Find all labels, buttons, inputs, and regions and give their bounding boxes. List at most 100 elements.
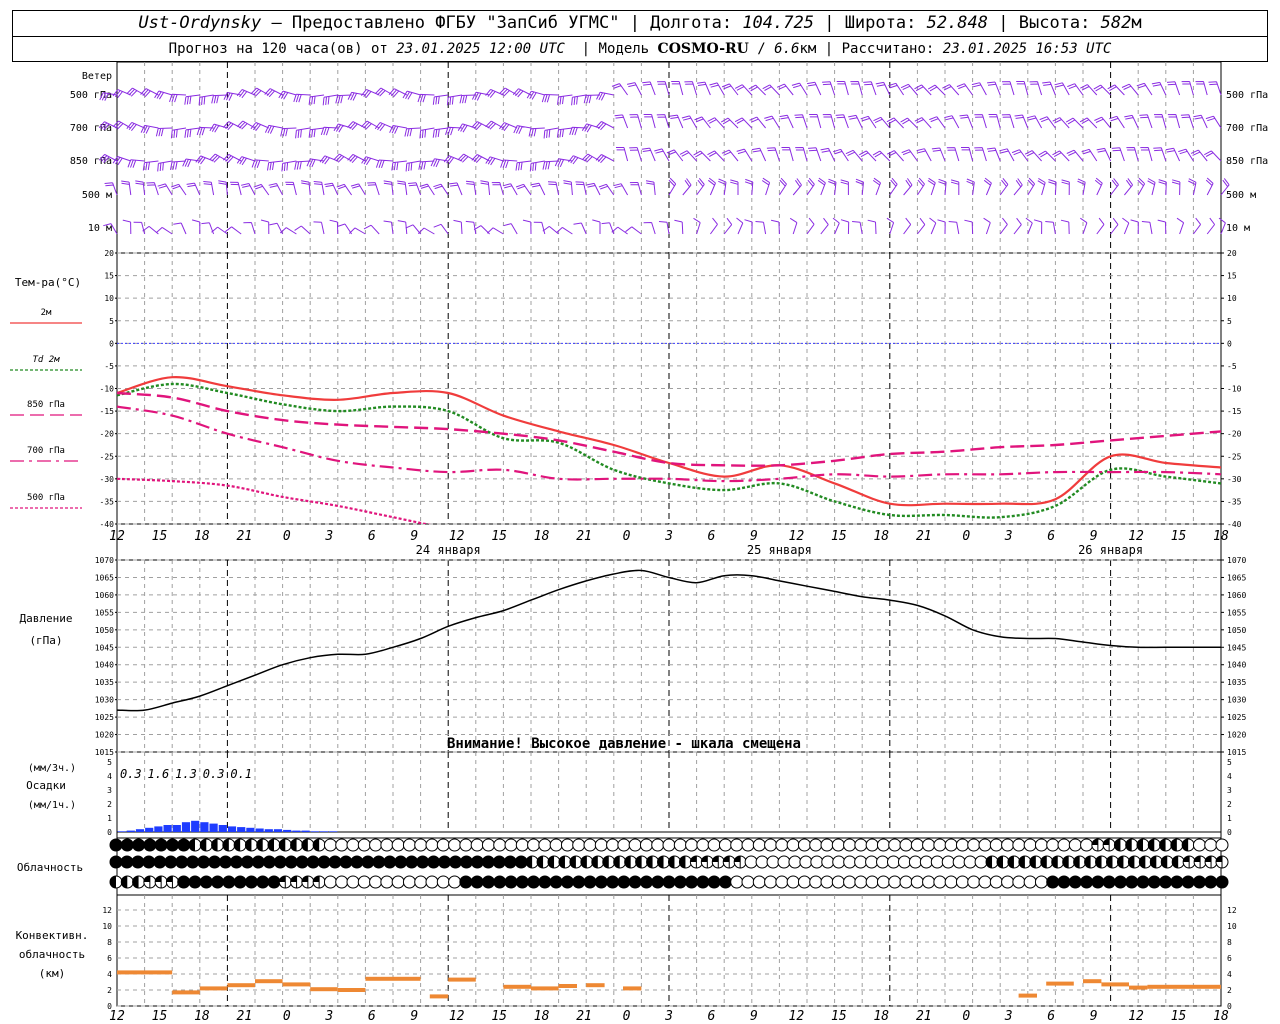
wind-barb bbox=[453, 219, 463, 235]
cloud-symbol bbox=[606, 875, 620, 889]
wind-barb bbox=[901, 149, 918, 162]
pressure-tick-label-left: 1065 bbox=[95, 573, 114, 582]
cloud-symbol bbox=[177, 875, 191, 889]
cloud-symbol bbox=[810, 855, 824, 869]
cloud-symbol bbox=[109, 855, 123, 869]
wind-barb bbox=[931, 147, 946, 162]
wind-barb bbox=[253, 183, 270, 196]
cloud-symbol bbox=[414, 838, 428, 852]
cloud-symbol bbox=[317, 855, 331, 869]
wind-barb bbox=[155, 226, 173, 235]
cloud-symbol bbox=[821, 855, 835, 869]
cloud-symbol bbox=[538, 875, 552, 889]
cloud-symbol bbox=[809, 875, 823, 889]
wind-barb bbox=[1080, 217, 1088, 235]
wind-barb bbox=[974, 114, 987, 129]
wind-barb bbox=[1124, 178, 1134, 196]
cloud-symbol bbox=[843, 855, 857, 869]
wind-barb bbox=[674, 219, 684, 235]
hour-tick-label-bottom: 0 bbox=[962, 1009, 970, 1024]
precip-bar bbox=[154, 826, 163, 832]
pressure-tick-label-right: 1015 bbox=[1227, 748, 1246, 757]
cloud-symbol bbox=[470, 855, 484, 869]
cloud-symbol bbox=[967, 838, 981, 852]
pressure-tick-label-left: 1050 bbox=[95, 626, 114, 635]
cloud-symbol bbox=[1068, 838, 1082, 852]
wind-barb bbox=[658, 221, 670, 235]
cloud-symbol bbox=[188, 875, 202, 889]
cloud-symbol bbox=[854, 875, 868, 889]
cloud-symbol bbox=[1113, 875, 1127, 889]
wind-barb bbox=[999, 177, 1009, 196]
precip-3h-total: 1.6 bbox=[148, 767, 170, 781]
precip-bar bbox=[319, 831, 329, 832]
pressure-tick-label-right: 1045 bbox=[1227, 643, 1246, 652]
cloud-symbol bbox=[685, 838, 699, 852]
wind-barb bbox=[575, 181, 587, 196]
precip-tick-label-right: 1 bbox=[1227, 814, 1232, 823]
cloud-symbol bbox=[752, 875, 766, 889]
wind-barb bbox=[616, 147, 629, 162]
cloud-symbol bbox=[944, 838, 958, 852]
cloud-symbol bbox=[952, 855, 966, 869]
cloud-symbol bbox=[470, 838, 484, 852]
wind-barb bbox=[736, 148, 753, 162]
wind-barb bbox=[656, 114, 670, 129]
wind-barb bbox=[867, 219, 877, 235]
wind-barb bbox=[543, 127, 559, 139]
pressure-tick-label-left: 1045 bbox=[95, 643, 114, 652]
wind-barb bbox=[502, 183, 518, 196]
pressure-tick-label-left: 1025 bbox=[95, 713, 114, 722]
wind-barb bbox=[875, 81, 891, 96]
cloud-symbol bbox=[222, 875, 236, 889]
convective-tick-label-right: 6 bbox=[1227, 954, 1232, 963]
wind-barb bbox=[744, 219, 753, 235]
cloud-symbol bbox=[346, 838, 360, 852]
cloud-symbol bbox=[775, 875, 789, 889]
wind-barb bbox=[112, 89, 131, 99]
cloud-symbol bbox=[888, 838, 902, 852]
convective-title-2: облачность bbox=[19, 948, 85, 961]
cloud-symbol bbox=[718, 838, 732, 852]
cloud-symbol bbox=[876, 838, 890, 852]
hour-tick-label-bottom: 15 bbox=[152, 1009, 168, 1024]
precip-bar bbox=[145, 827, 154, 832]
wind-barb bbox=[668, 177, 677, 196]
cloud-symbol bbox=[211, 875, 225, 889]
wind-barb bbox=[1153, 114, 1167, 129]
wind-barb bbox=[822, 81, 836, 96]
cloud-symbol bbox=[899, 838, 913, 852]
cloud-symbol bbox=[662, 838, 676, 852]
cloud-symbol-fill bbox=[1062, 856, 1069, 868]
cloud-symbol bbox=[229, 855, 243, 869]
wind-barb bbox=[625, 226, 642, 235]
cloud-symbol bbox=[832, 855, 846, 869]
wind-barb bbox=[806, 177, 815, 196]
wind-barb bbox=[281, 160, 297, 172]
cloud-symbol-fill bbox=[1148, 839, 1155, 851]
cloud-symbol bbox=[436, 838, 450, 852]
hour-tick-label-bottom: 15 bbox=[1171, 1009, 1187, 1024]
hour-tick-label-bottom: 12 bbox=[109, 1009, 125, 1024]
cloud-symbol-fill bbox=[1051, 856, 1058, 868]
cloud-symbol bbox=[357, 875, 371, 889]
pressure-tick-label-left: 1035 bbox=[95, 678, 114, 687]
wind-barb bbox=[211, 94, 228, 104]
hour-tick-label-top: 9 bbox=[750, 529, 758, 544]
pressure-tick-label-right: 1020 bbox=[1227, 731, 1246, 740]
cloud-symbol bbox=[515, 875, 529, 889]
hour-tick-label-bottom: 18 bbox=[194, 1009, 210, 1024]
wind-barb bbox=[900, 117, 918, 129]
cloud-symbol bbox=[922, 875, 936, 889]
cloud-symbol-fill bbox=[1159, 839, 1166, 851]
wind-barb bbox=[1193, 114, 1208, 129]
wind-barb bbox=[596, 91, 614, 101]
legend-label-1: Td 2м bbox=[32, 355, 60, 365]
cloud-symbol bbox=[369, 838, 383, 852]
cloud-symbol bbox=[1159, 875, 1173, 889]
precip-tick-label-right: 4 bbox=[1227, 772, 1232, 781]
pressure-tick-label-right: 1030 bbox=[1227, 696, 1246, 705]
wind-barb bbox=[402, 90, 421, 100]
wind-barb bbox=[397, 180, 408, 196]
convective-bar bbox=[227, 983, 255, 988]
